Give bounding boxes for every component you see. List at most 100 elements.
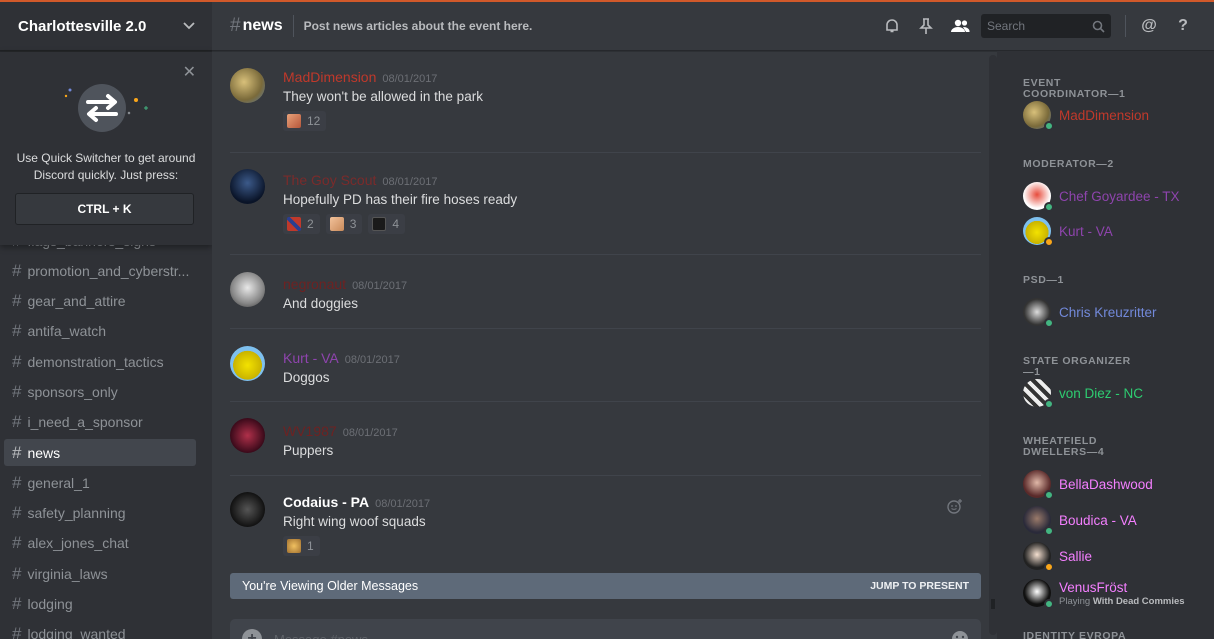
message: Codaius - PA 08/01/2017 Right wing woof s… xyxy=(230,476,981,556)
online-status-icon xyxy=(1044,399,1054,409)
jump-to-present-button[interactable]: JUMP TO PRESENT xyxy=(870,580,969,592)
hash-icon: # xyxy=(12,321,22,341)
message-author[interactable]: Kurt - VA xyxy=(283,350,339,366)
message-timestamp: 08/01/2017 xyxy=(375,498,431,510)
channel-item[interactable]: # gear_and_attire xyxy=(4,288,196,315)
text-emoji-icon xyxy=(372,217,387,231)
header-toolbar: @ ? xyxy=(875,14,1200,38)
avatar xyxy=(1023,470,1054,500)
channel-item[interactable]: # lodging xyxy=(4,591,196,618)
divider xyxy=(1125,15,1126,37)
member-item[interactable]: BellaDashwood xyxy=(1023,468,1153,500)
mention-icon[interactable]: @ xyxy=(1132,14,1166,38)
divider xyxy=(292,15,294,37)
search-box[interactable] xyxy=(981,14,1111,38)
hash-icon: # xyxy=(12,624,22,639)
help-icon[interactable]: ? xyxy=(1166,14,1200,38)
hash-icon: # xyxy=(12,412,22,432)
member-group-header: WHEATFIELD DWELLERS—4 xyxy=(1023,435,1105,458)
quick-switcher-popup: ✕ Use Quick Switcher to get around Disco… xyxy=(0,52,212,245)
message-input[interactable] xyxy=(274,631,951,639)
reaction[interactable]: 1 xyxy=(283,536,320,556)
member-name: Boudica - VA xyxy=(1059,512,1137,528)
hash-icon: # xyxy=(12,533,22,553)
member-item[interactable]: VenusFröst Playing With Dead Commies xyxy=(1023,576,1185,610)
bell-icon[interactable] xyxy=(875,14,909,38)
message-author[interactable]: Codaius - PA xyxy=(283,494,369,510)
avatar[interactable] xyxy=(230,418,265,453)
channel-item[interactable]: # demonstration_tactics xyxy=(4,348,196,375)
avatar[interactable] xyxy=(230,68,265,103)
idle-status-icon xyxy=(1044,562,1054,572)
upload-plus-icon[interactable]: + xyxy=(242,629,262,639)
server-header[interactable]: Charlottesville 2.0 xyxy=(0,2,212,51)
hash-icon: # xyxy=(12,503,22,523)
scrollbar-thumb[interactable] xyxy=(991,599,995,609)
member-item[interactable]: Chris Kreuzritter xyxy=(1023,296,1157,328)
message-composer: + xyxy=(230,619,981,639)
message-author[interactable]: negronaut xyxy=(283,276,346,292)
avatar xyxy=(1023,182,1054,212)
channel-item[interactable]: # antifa_watch xyxy=(4,318,196,345)
hash-icon: # xyxy=(12,472,22,492)
channel-item[interactable]: # safety_planning xyxy=(4,500,196,527)
chevron-down-icon[interactable] xyxy=(182,19,196,33)
chat-pane: MadDimension 08/01/2017 They won't be all… xyxy=(212,51,997,639)
close-icon[interactable]: ✕ xyxy=(183,62,196,82)
message-author[interactable]: WV1987 xyxy=(283,423,337,439)
channel-title: # news xyxy=(230,15,283,36)
member-name: von Diez - NC xyxy=(1059,385,1144,401)
server-name: Charlottesville 2.0 xyxy=(18,17,147,35)
hash-icon: # xyxy=(12,260,22,280)
channel-item[interactable]: # i_need_a_sponsor xyxy=(4,409,196,436)
avatar[interactable] xyxy=(230,169,265,204)
content-row: MadDimension 08/01/2017 They won't be all… xyxy=(212,51,1214,639)
reaction[interactable]: 3 xyxy=(325,214,363,234)
reaction[interactable]: 2 xyxy=(283,214,320,234)
message-text: They won't be allowed in the park xyxy=(283,89,483,104)
scrollbar[interactable] xyxy=(989,55,997,635)
channel-item[interactable]: # virginia_laws xyxy=(4,560,196,587)
add-reaction-icon[interactable] xyxy=(947,498,963,514)
channel-item-news[interactable]: # news xyxy=(4,439,196,467)
member-item[interactable]: MadDimension xyxy=(1023,99,1149,131)
reaction[interactable]: 12 xyxy=(283,111,327,131)
message-timestamp: 08/01/2017 xyxy=(382,176,438,188)
channel-item[interactable]: # alex_jones_chat xyxy=(4,530,196,557)
channel-item[interactable]: # sponsors_only xyxy=(4,378,196,405)
hash-icon: # xyxy=(12,291,22,311)
avatar xyxy=(1023,379,1054,409)
member-item[interactable]: Kurt - VA xyxy=(1023,215,1113,247)
online-status-icon xyxy=(1044,202,1054,212)
member-group-header: PSD—1 xyxy=(1023,274,1064,286)
avatar xyxy=(1023,542,1054,572)
message: MadDimension 08/01/2017 They won't be all… xyxy=(230,51,981,153)
avatar xyxy=(1023,217,1054,247)
online-status-icon xyxy=(1044,526,1054,536)
idle-status-icon xyxy=(1044,237,1054,247)
member-item[interactable]: Sallie xyxy=(1023,540,1092,572)
message-author[interactable]: The Goy Scout xyxy=(283,172,376,188)
member-name: Kurt - VA xyxy=(1059,223,1113,239)
member-item[interactable]: Chef Goyardee - TX xyxy=(1023,180,1180,212)
search-icon xyxy=(1092,20,1105,33)
message-list: MadDimension 08/01/2017 They won't be all… xyxy=(230,51,981,556)
channel-item[interactable]: # lodging_wanted xyxy=(4,621,196,639)
member-item[interactable]: Boudica - VA xyxy=(1023,504,1137,536)
avatar[interactable] xyxy=(230,346,265,381)
avatar[interactable] xyxy=(230,492,265,527)
message-author[interactable]: MadDimension xyxy=(283,69,376,85)
members-icon[interactable] xyxy=(943,14,977,38)
pin-icon[interactable] xyxy=(909,14,943,38)
channel-sidebar: Charlottesville 2.0 ✕ Use Quick Switcher… xyxy=(0,2,212,639)
avatar[interactable] xyxy=(230,272,265,307)
shortcut-key: CTRL + K xyxy=(15,193,194,225)
emoji-icon[interactable] xyxy=(951,630,969,639)
member-item[interactable]: von Diez - NC xyxy=(1023,377,1143,409)
search-input[interactable] xyxy=(987,19,1083,33)
channel-item[interactable]: # general_1 xyxy=(4,469,196,496)
reaction[interactable]: 4 xyxy=(368,214,406,234)
channel-item[interactable]: # promotion_and_cyberstr... xyxy=(4,257,196,284)
member-name: BellaDashwood xyxy=(1059,476,1153,492)
main-area: # news Post news articles about the even… xyxy=(212,2,1214,639)
